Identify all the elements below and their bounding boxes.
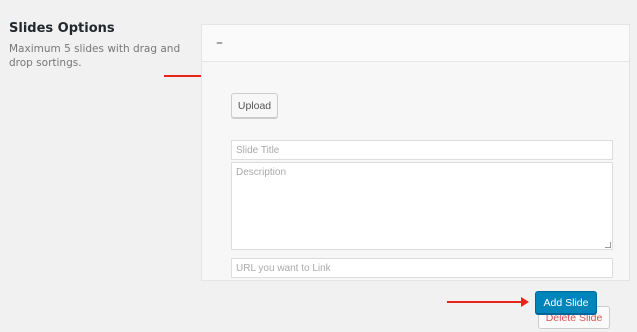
slide-description-textarea[interactable] bbox=[231, 162, 613, 250]
slide-collapse-toggle[interactable]: – bbox=[202, 25, 629, 62]
arrow-right-icon bbox=[447, 297, 529, 307]
add-slide-button[interactable]: Add Slide bbox=[535, 291, 597, 314]
slide-panel: – Upload Delete Slide bbox=[201, 24, 630, 329]
section-description: Maximum 5 slides with drag and drop sort… bbox=[9, 43, 181, 69]
slides-options-page: Slides Options Maximum 5 slides with dra… bbox=[0, 0, 637, 332]
upload-button[interactable]: Upload bbox=[231, 93, 278, 118]
slide-body: Upload Delete Slide bbox=[202, 62, 629, 329]
slide-url-input[interactable] bbox=[231, 258, 613, 278]
section-title: Slides Options bbox=[9, 21, 115, 36]
slide-title-input[interactable] bbox=[231, 140, 613, 160]
resize-grip-icon[interactable] bbox=[605, 242, 611, 248]
